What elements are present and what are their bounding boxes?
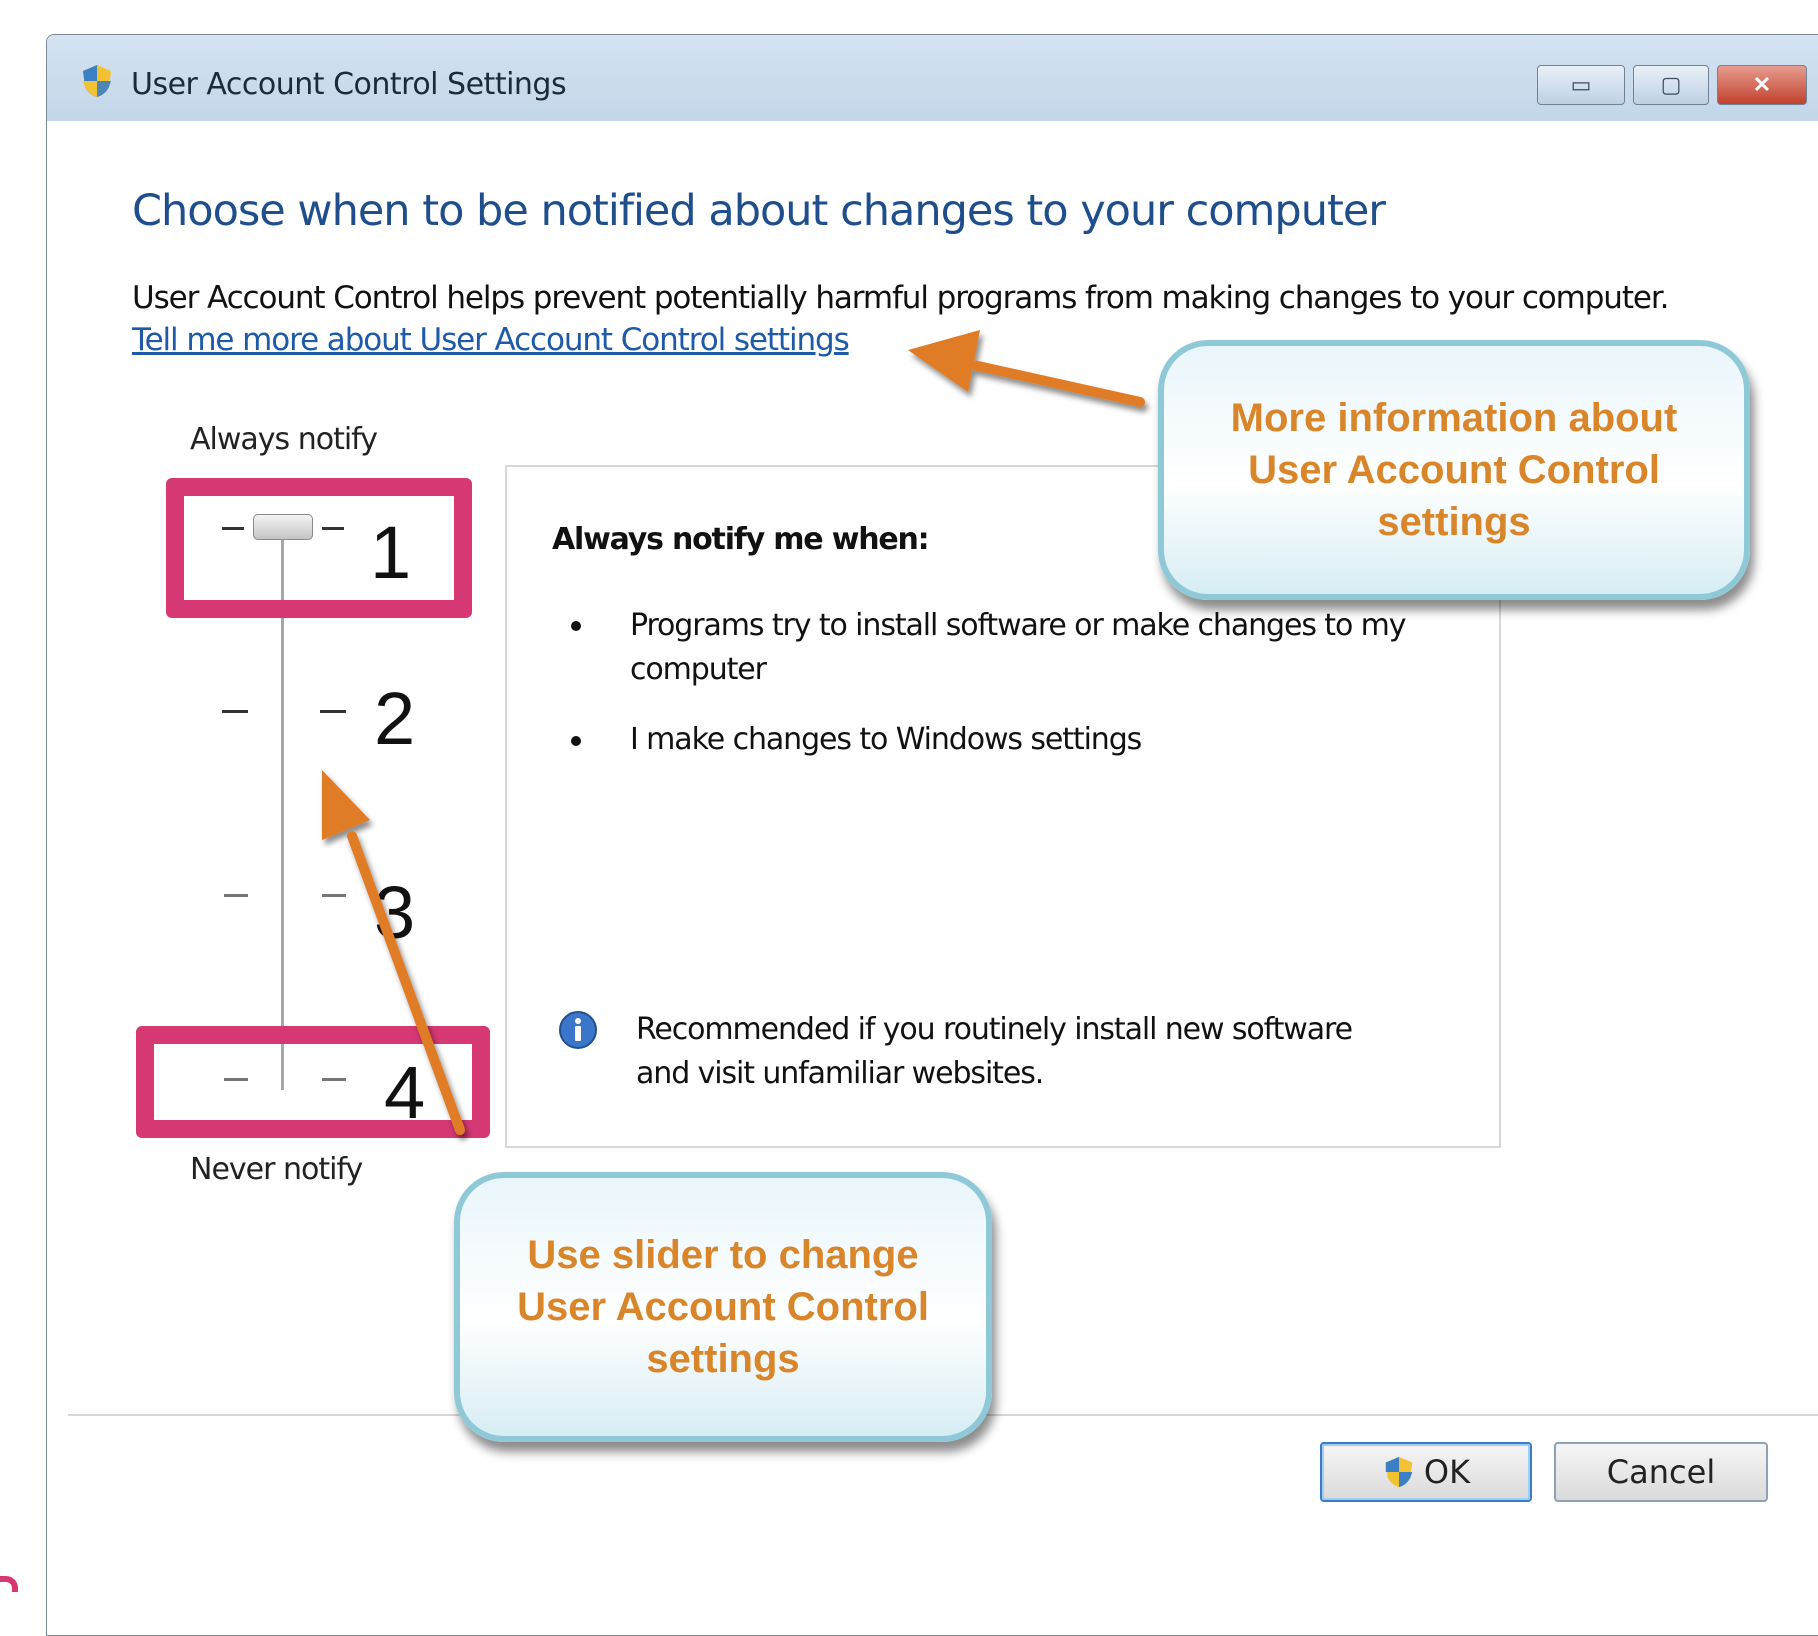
slider-tick xyxy=(322,894,346,897)
ok-button[interactable]: OK xyxy=(1320,1442,1532,1502)
title-bar[interactable]: User Account Control Settings ▭ ▢ ✕ xyxy=(47,35,1818,121)
corner-highlight-fragment xyxy=(0,1576,18,1592)
slider-level-label: 3 xyxy=(374,871,416,954)
maximize-button[interactable]: ▢ xyxy=(1633,65,1709,105)
cancel-button-label: Cancel xyxy=(1606,1453,1716,1491)
maximize-icon: ▢ xyxy=(1660,72,1682,97)
bullet-dot xyxy=(571,736,581,746)
help-link[interactable]: Tell me more about User Account Control … xyxy=(132,322,850,358)
uac-shield-icon xyxy=(1385,1456,1413,1488)
info-panel-heading: Always notify me when: xyxy=(552,522,930,557)
info-icon xyxy=(559,1011,597,1049)
ok-button-label: OK xyxy=(1423,1453,1471,1491)
minimize-button[interactable]: ▭ xyxy=(1537,65,1625,105)
uac-shield-icon xyxy=(83,65,111,97)
level-1-highlight xyxy=(166,478,472,618)
callout-text: More information about User Account Cont… xyxy=(1230,396,1678,544)
callout-more-info: More information about User Account Cont… xyxy=(1158,340,1750,600)
slider-level-label: 2 xyxy=(374,677,416,760)
slider-bottom-label: Never notify xyxy=(190,1152,363,1187)
page-heading: Choose when to be notified about changes… xyxy=(132,186,1386,236)
minimize-icon: ▭ xyxy=(1570,72,1592,97)
window-title: User Account Control Settings xyxy=(131,67,567,102)
slider-tick xyxy=(222,710,248,713)
uac-description: User Account Control helps prevent poten… xyxy=(132,280,1670,316)
callout-slider-hint: Use slider to change User Account Contro… xyxy=(454,1172,992,1442)
close-icon: ✕ xyxy=(1752,72,1772,97)
info-bullet: I make changes to Windows settings xyxy=(630,722,1142,757)
slider-tick xyxy=(320,710,346,713)
callout-text: Use slider to change User Account Contro… xyxy=(517,1233,929,1381)
recommendation-text: Recommended if you routinely install new… xyxy=(636,1012,1353,1091)
slider-tick xyxy=(224,894,248,897)
close-button[interactable]: ✕ xyxy=(1717,65,1807,105)
cancel-button[interactable]: Cancel xyxy=(1554,1442,1768,1502)
bullet-dot xyxy=(571,621,581,631)
level-4-highlight xyxy=(136,1026,490,1138)
slider-top-label: Always notify xyxy=(190,422,378,457)
info-bullet: Programs try to install software or make… xyxy=(630,608,1407,687)
